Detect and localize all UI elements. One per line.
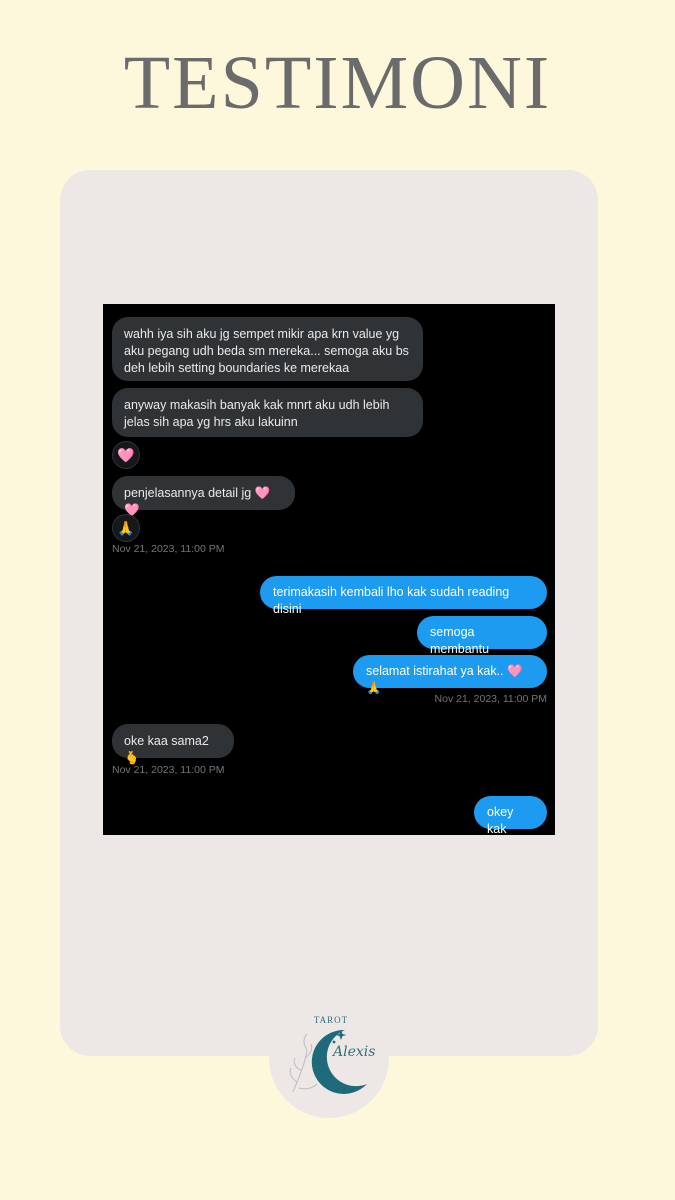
timestamp: Nov 21, 2023, 11:00 PM	[112, 764, 225, 776]
outgoing-message: selamat istirahat ya kak.. 🩷🙏	[353, 655, 547, 695]
chat-screenshot: wahh iya sih aku jg sempet mikir apa krn…	[103, 304, 555, 835]
incoming-message: wahh iya sih aku jg sempet mikir apa krn…	[112, 317, 423, 381]
timestamp: Nov 21, 2023, 11:00 PM	[112, 543, 225, 555]
crescent-moon-icon	[289, 1029, 367, 1094]
page-title: TESTIMONI	[123, 41, 552, 125]
incoming-message: oke kaa sama2🫰	[112, 724, 234, 765]
logo-name: Alexis	[333, 1044, 376, 1060]
pray-reaction-icon: 🙏	[112, 514, 140, 542]
outgoing-message: terimakasih kembali lho kak sudah readin…	[260, 576, 547, 616]
timestamp: Nov 21, 2023, 11:00 PM	[434, 693, 547, 705]
logo-tarot-text: TAROT	[313, 1015, 349, 1025]
outgoing-message: semoga membantu	[417, 616, 547, 656]
heart-reaction-icon: 🩷	[112, 441, 140, 469]
incoming-message: anyway makasih banyak kak mnrt aku udh l…	[112, 388, 423, 437]
incoming-message: penjelasannya detail jg 🩷🩷	[112, 476, 295, 517]
outgoing-message: okey kak	[474, 796, 547, 835]
